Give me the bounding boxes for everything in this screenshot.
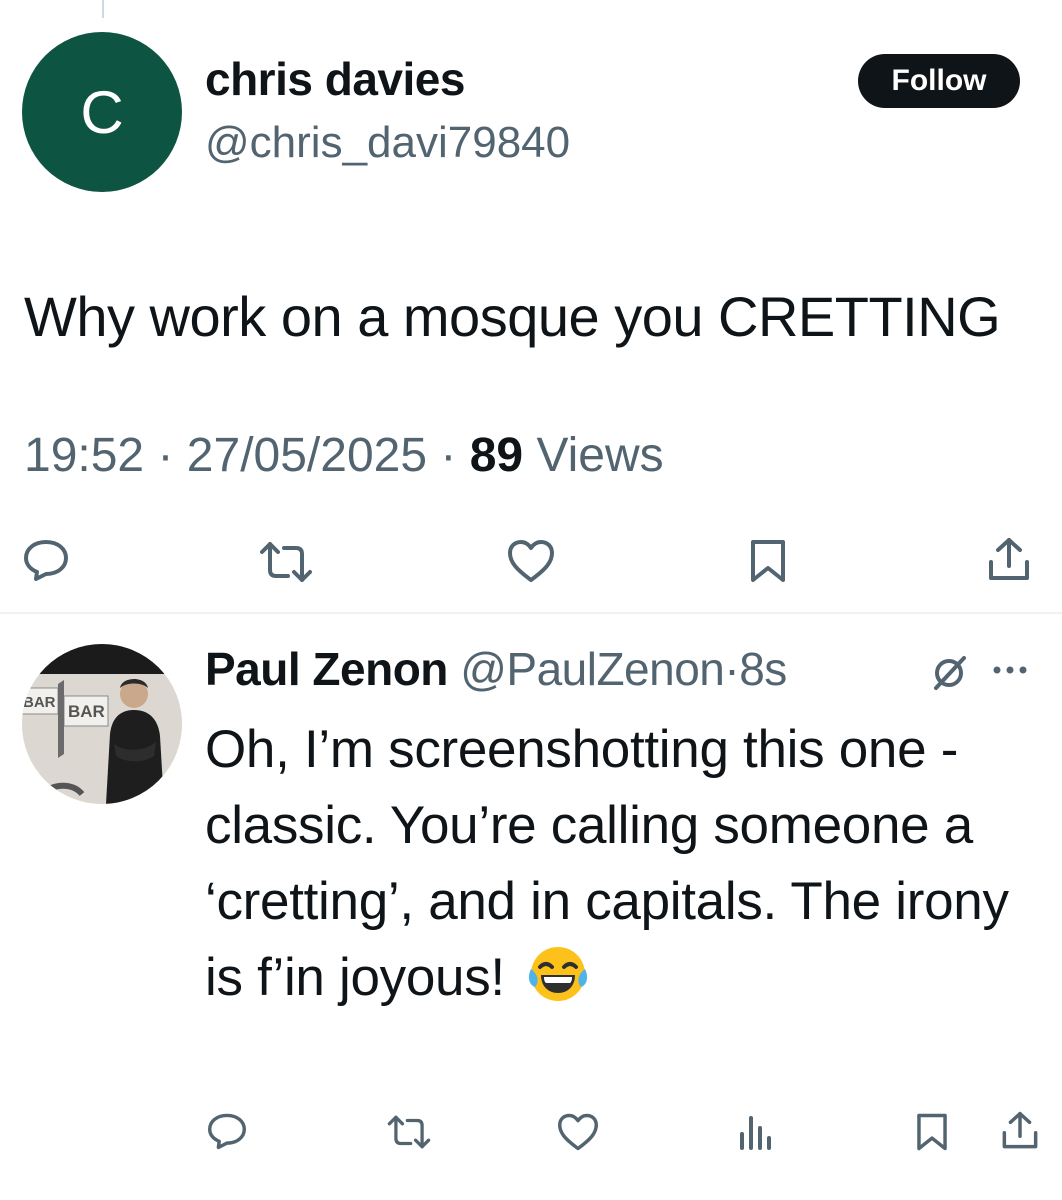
comment-icon[interactable] bbox=[22, 538, 70, 582]
reply-meta-separator: · bbox=[724, 643, 740, 695]
laughing-emoji-icon bbox=[527, 943, 589, 1026]
grok-icon[interactable] bbox=[930, 652, 970, 697]
meta-separator: · bbox=[157, 429, 174, 482]
meta-separator: · bbox=[440, 429, 457, 482]
views-label: Views bbox=[536, 429, 664, 482]
reply-avatar[interactable]: BAR BAR bbox=[22, 644, 182, 804]
more-icon[interactable] bbox=[990, 650, 1030, 695]
tweet-meta: 19:52 · 27/05/2025 · 89 Views bbox=[24, 428, 664, 483]
heart-icon[interactable] bbox=[506, 538, 556, 584]
reply-author-name[interactable]: Paul Zenon bbox=[205, 643, 448, 695]
reply-text-body: Oh, I’m screenshotting this one - classi… bbox=[205, 720, 1009, 1007]
thread-connector-line bbox=[102, 0, 104, 18]
reply-text: Oh, I’m screenshotting this one - classi… bbox=[205, 712, 1025, 1026]
bookmark-icon[interactable] bbox=[748, 538, 788, 584]
avatar-sign-text: BAR bbox=[68, 702, 105, 721]
divider bbox=[0, 612, 1062, 614]
repost-icon[interactable] bbox=[256, 540, 316, 584]
views-count: 89 bbox=[469, 429, 524, 482]
repost-icon[interactable] bbox=[384, 1114, 434, 1150]
avatar-initial: C bbox=[80, 78, 124, 146]
bookmark-icon[interactable] bbox=[914, 1112, 950, 1152]
follow-button[interactable]: Follow bbox=[858, 54, 1020, 108]
share-icon[interactable] bbox=[1000, 1110, 1040, 1152]
avatar[interactable]: C bbox=[22, 32, 182, 192]
author-handle[interactable]: @chris_davi79840 bbox=[205, 118, 570, 168]
reply-header: Paul Zenon @PaulZenon·8s bbox=[205, 642, 787, 696]
analytics-icon[interactable] bbox=[738, 1112, 774, 1152]
heart-icon[interactable] bbox=[556, 1112, 600, 1152]
avatar-sign-text: BAR bbox=[23, 694, 56, 711]
tweet-date[interactable]: 27/05/2025 bbox=[187, 429, 427, 482]
author-name[interactable]: chris davies bbox=[205, 52, 465, 106]
share-icon[interactable] bbox=[986, 536, 1032, 584]
tweet-time[interactable]: 19:52 bbox=[24, 429, 144, 482]
reply-time[interactable]: 8s bbox=[739, 643, 787, 695]
tweet-text: Why work on a mosque you CRETTING bbox=[24, 285, 1001, 348]
reply-author-handle[interactable]: @PaulZenon bbox=[460, 643, 725, 695]
comment-icon[interactable] bbox=[206, 1112, 248, 1150]
